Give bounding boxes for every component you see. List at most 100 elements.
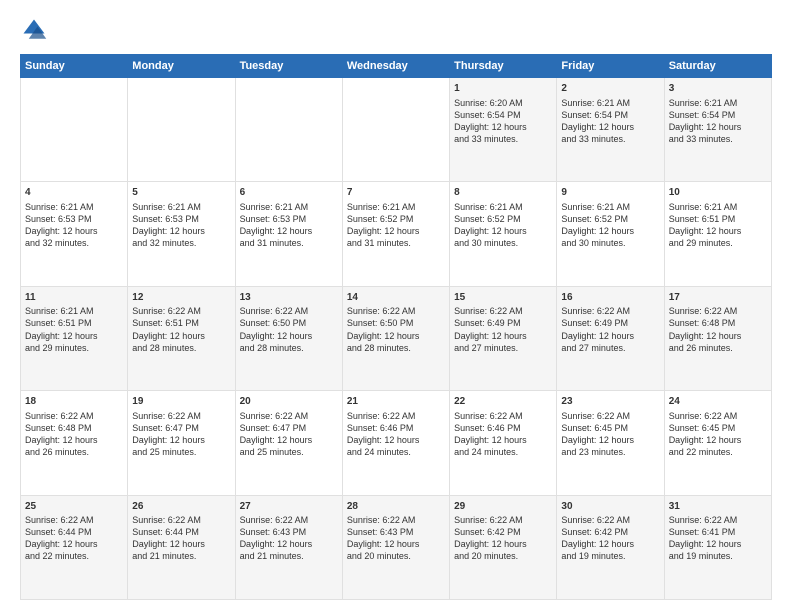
week-row-4: 18Sunrise: 6:22 AM Sunset: 6:48 PM Dayli… [21, 391, 772, 495]
day-number: 2 [561, 82, 659, 96]
day-content: Sunrise: 6:22 AM Sunset: 6:42 PM Dayligh… [561, 514, 659, 563]
day-content: Sunrise: 6:21 AM Sunset: 6:53 PM Dayligh… [240, 201, 338, 250]
calendar-cell: 25Sunrise: 6:22 AM Sunset: 6:44 PM Dayli… [21, 495, 128, 599]
day-content: Sunrise: 6:22 AM Sunset: 6:47 PM Dayligh… [240, 410, 338, 459]
day-content: Sunrise: 6:22 AM Sunset: 6:44 PM Dayligh… [132, 514, 230, 563]
day-number: 3 [669, 82, 767, 96]
day-content: Sunrise: 6:22 AM Sunset: 6:45 PM Dayligh… [561, 410, 659, 459]
day-content: Sunrise: 6:22 AM Sunset: 6:50 PM Dayligh… [347, 305, 445, 354]
calendar-cell: 2Sunrise: 6:21 AM Sunset: 6:54 PM Daylig… [557, 78, 664, 182]
day-content: Sunrise: 6:21 AM Sunset: 6:51 PM Dayligh… [25, 305, 123, 354]
calendar-cell: 3Sunrise: 6:21 AM Sunset: 6:54 PM Daylig… [664, 78, 771, 182]
day-number: 5 [132, 186, 230, 200]
calendar-cell: 12Sunrise: 6:22 AM Sunset: 6:51 PM Dayli… [128, 286, 235, 390]
day-number: 20 [240, 395, 338, 409]
day-number: 9 [561, 186, 659, 200]
calendar-cell: 1Sunrise: 6:20 AM Sunset: 6:54 PM Daylig… [450, 78, 557, 182]
calendar-cell: 7Sunrise: 6:21 AM Sunset: 6:52 PM Daylig… [342, 182, 449, 286]
day-content: Sunrise: 6:22 AM Sunset: 6:43 PM Dayligh… [347, 514, 445, 563]
page: SundayMondayTuesdayWednesdayThursdayFrid… [0, 0, 792, 612]
day-number: 19 [132, 395, 230, 409]
header-cell-sunday: Sunday [21, 55, 128, 78]
day-number: 27 [240, 500, 338, 514]
logo [20, 16, 52, 44]
day-number: 15 [454, 291, 552, 305]
calendar-cell: 4Sunrise: 6:21 AM Sunset: 6:53 PM Daylig… [21, 182, 128, 286]
day-content: Sunrise: 6:21 AM Sunset: 6:54 PM Dayligh… [669, 97, 767, 146]
calendar-cell: 23Sunrise: 6:22 AM Sunset: 6:45 PM Dayli… [557, 391, 664, 495]
day-number: 11 [25, 291, 123, 305]
week-row-2: 4Sunrise: 6:21 AM Sunset: 6:53 PM Daylig… [21, 182, 772, 286]
day-content: Sunrise: 6:21 AM Sunset: 6:52 PM Dayligh… [347, 201, 445, 250]
day-number: 28 [347, 500, 445, 514]
header-cell-saturday: Saturday [664, 55, 771, 78]
day-content: Sunrise: 6:22 AM Sunset: 6:48 PM Dayligh… [669, 305, 767, 354]
calendar-cell: 20Sunrise: 6:22 AM Sunset: 6:47 PM Dayli… [235, 391, 342, 495]
day-content: Sunrise: 6:22 AM Sunset: 6:47 PM Dayligh… [132, 410, 230, 459]
calendar-cell: 10Sunrise: 6:21 AM Sunset: 6:51 PM Dayli… [664, 182, 771, 286]
day-content: Sunrise: 6:22 AM Sunset: 6:46 PM Dayligh… [454, 410, 552, 459]
day-number: 25 [25, 500, 123, 514]
day-content: Sunrise: 6:22 AM Sunset: 6:44 PM Dayligh… [25, 514, 123, 563]
calendar-cell: 27Sunrise: 6:22 AM Sunset: 6:43 PM Dayli… [235, 495, 342, 599]
day-content: Sunrise: 6:22 AM Sunset: 6:49 PM Dayligh… [561, 305, 659, 354]
calendar-cell: 26Sunrise: 6:22 AM Sunset: 6:44 PM Dayli… [128, 495, 235, 599]
day-content: Sunrise: 6:21 AM Sunset: 6:54 PM Dayligh… [561, 97, 659, 146]
calendar-table: SundayMondayTuesdayWednesdayThursdayFrid… [20, 54, 772, 600]
calendar-cell: 21Sunrise: 6:22 AM Sunset: 6:46 PM Dayli… [342, 391, 449, 495]
day-content: Sunrise: 6:21 AM Sunset: 6:52 PM Dayligh… [454, 201, 552, 250]
day-number: 1 [454, 82, 552, 96]
calendar-cell: 18Sunrise: 6:22 AM Sunset: 6:48 PM Dayli… [21, 391, 128, 495]
day-content: Sunrise: 6:22 AM Sunset: 6:49 PM Dayligh… [454, 305, 552, 354]
day-content: Sunrise: 6:22 AM Sunset: 6:45 PM Dayligh… [669, 410, 767, 459]
day-number: 7 [347, 186, 445, 200]
calendar-cell: 16Sunrise: 6:22 AM Sunset: 6:49 PM Dayli… [557, 286, 664, 390]
day-content: Sunrise: 6:22 AM Sunset: 6:48 PM Dayligh… [25, 410, 123, 459]
calendar-cell [128, 78, 235, 182]
logo-icon [20, 16, 48, 44]
day-number: 4 [25, 186, 123, 200]
calendar-cell: 30Sunrise: 6:22 AM Sunset: 6:42 PM Dayli… [557, 495, 664, 599]
calendar-cell: 22Sunrise: 6:22 AM Sunset: 6:46 PM Dayli… [450, 391, 557, 495]
calendar-cell: 8Sunrise: 6:21 AM Sunset: 6:52 PM Daylig… [450, 182, 557, 286]
header-row: SundayMondayTuesdayWednesdayThursdayFrid… [21, 55, 772, 78]
calendar-cell: 15Sunrise: 6:22 AM Sunset: 6:49 PM Dayli… [450, 286, 557, 390]
day-content: Sunrise: 6:21 AM Sunset: 6:53 PM Dayligh… [132, 201, 230, 250]
week-row-5: 25Sunrise: 6:22 AM Sunset: 6:44 PM Dayli… [21, 495, 772, 599]
day-number: 31 [669, 500, 767, 514]
day-content: Sunrise: 6:22 AM Sunset: 6:41 PM Dayligh… [669, 514, 767, 563]
day-number: 10 [669, 186, 767, 200]
day-content: Sunrise: 6:21 AM Sunset: 6:52 PM Dayligh… [561, 201, 659, 250]
day-content: Sunrise: 6:21 AM Sunset: 6:53 PM Dayligh… [25, 201, 123, 250]
header [20, 16, 772, 44]
calendar-cell [21, 78, 128, 182]
calendar-cell: 14Sunrise: 6:22 AM Sunset: 6:50 PM Dayli… [342, 286, 449, 390]
day-number: 30 [561, 500, 659, 514]
calendar-cell: 9Sunrise: 6:21 AM Sunset: 6:52 PM Daylig… [557, 182, 664, 286]
calendar-cell: 5Sunrise: 6:21 AM Sunset: 6:53 PM Daylig… [128, 182, 235, 286]
calendar-cell: 24Sunrise: 6:22 AM Sunset: 6:45 PM Dayli… [664, 391, 771, 495]
header-cell-thursday: Thursday [450, 55, 557, 78]
day-number: 13 [240, 291, 338, 305]
day-number: 29 [454, 500, 552, 514]
day-number: 8 [454, 186, 552, 200]
day-content: Sunrise: 6:20 AM Sunset: 6:54 PM Dayligh… [454, 97, 552, 146]
week-row-1: 1Sunrise: 6:20 AM Sunset: 6:54 PM Daylig… [21, 78, 772, 182]
calendar-cell: 28Sunrise: 6:22 AM Sunset: 6:43 PM Dayli… [342, 495, 449, 599]
day-content: Sunrise: 6:22 AM Sunset: 6:50 PM Dayligh… [240, 305, 338, 354]
header-cell-wednesday: Wednesday [342, 55, 449, 78]
calendar-cell: 31Sunrise: 6:22 AM Sunset: 6:41 PM Dayli… [664, 495, 771, 599]
week-row-3: 11Sunrise: 6:21 AM Sunset: 6:51 PM Dayli… [21, 286, 772, 390]
day-number: 12 [132, 291, 230, 305]
day-number: 18 [25, 395, 123, 409]
calendar-cell [342, 78, 449, 182]
day-number: 17 [669, 291, 767, 305]
calendar-cell: 17Sunrise: 6:22 AM Sunset: 6:48 PM Dayli… [664, 286, 771, 390]
day-number: 22 [454, 395, 552, 409]
calendar-cell: 13Sunrise: 6:22 AM Sunset: 6:50 PM Dayli… [235, 286, 342, 390]
day-content: Sunrise: 6:22 AM Sunset: 6:42 PM Dayligh… [454, 514, 552, 563]
header-cell-friday: Friday [557, 55, 664, 78]
day-number: 14 [347, 291, 445, 305]
day-number: 6 [240, 186, 338, 200]
calendar-cell: 29Sunrise: 6:22 AM Sunset: 6:42 PM Dayli… [450, 495, 557, 599]
